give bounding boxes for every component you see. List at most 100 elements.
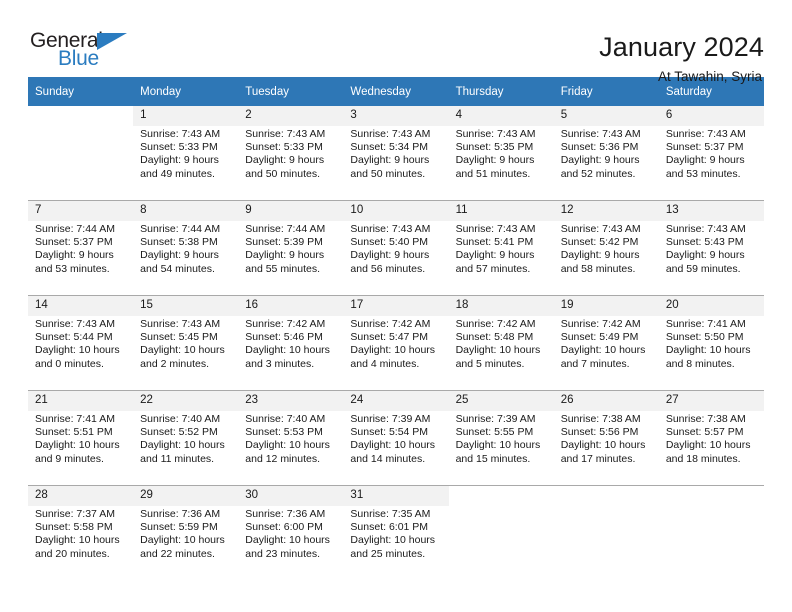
day-sunrise-text: Sunrise: 7:43 AM	[35, 318, 115, 330]
day-sunrise-text: Sunrise: 7:43 AM	[560, 128, 641, 140]
day-cell[interactable]: Sunrise: 7:43 AM Sunset: 5:37 PM Daylight:…	[658, 126, 764, 201]
day-cell[interactable]: Sunrise: 7:43 AM Sunset: 5:42 PM Daylight:…	[553, 221, 659, 296]
day-cell[interactable]: Sunrise: 7:43 AM Sunset: 5:33 PM Daylight:…	[238, 126, 344, 201]
day-sunrise-text: Sunrise: 7:42 AM	[455, 318, 536, 330]
day-cell[interactable]: Sunrise: 7:44 AM Sunset: 5:37 PM Daylight:…	[28, 221, 134, 296]
day-cell[interactable]: Sunrise: 7:43 AM Sunset: 5:35 PM Daylight:…	[448, 126, 554, 201]
day-cell[interactable]: Sunrise: 7:35 AM Sunset: 6:01 PM Daylight:…	[343, 506, 449, 580]
day-sunrise-text: Sunrise: 7:41 AM	[665, 318, 746, 330]
day-cell[interactable]: Sunrise: 7:41 AM Sunset: 5:51 PM Daylight:…	[28, 411, 134, 486]
day-cell[interactable]: Sunrise: 7:42 AM Sunset: 5:48 PM Daylight:…	[448, 316, 554, 391]
day-daylight2-text: and 59 minutes.	[665, 262, 741, 275]
day-number[interactable]: 1	[133, 106, 239, 126]
day-number[interactable]: 10	[343, 200, 449, 221]
day-daylight2-text: and 2 minutes.	[140, 357, 210, 370]
day-number[interactable]: 2	[238, 106, 344, 126]
day-daylight1-text: Daylight: 9 hours	[560, 154, 640, 167]
day-sunset-text: Sunset: 5:57 PM	[665, 426, 744, 439]
general-blue-logo[interactable]: General Blue	[28, 30, 140, 78]
day-cell[interactable]: Sunrise: 7:44 AM Sunset: 5:39 PM Daylight:…	[238, 221, 344, 296]
day-cell[interactable]: Sunrise: 7:36 AM Sunset: 6:00 PM Daylight:…	[238, 506, 344, 580]
day-sunset-text: Sunset: 5:33 PM	[140, 141, 218, 154]
day-cell[interactable]: Sunrise: 7:39 AM Sunset: 5:54 PM Daylight:…	[343, 411, 449, 486]
day-daylight2-text: and 14 minutes.	[350, 452, 426, 465]
day-cell[interactable]: Sunrise: 7:43 AM Sunset: 5:34 PM Daylight:…	[343, 126, 449, 201]
day-daylight1-text: Daylight: 10 hours	[245, 439, 330, 452]
day-number[interactable]: 18	[448, 295, 554, 316]
day-number[interactable]: 14	[28, 295, 134, 316]
day-cell[interactable]: Sunrise: 7:43 AM Sunset: 5:44 PM Daylight:…	[28, 316, 134, 391]
day-cell[interactable]: Sunrise: 7:41 AM Sunset: 5:50 PM Daylight:…	[658, 316, 764, 391]
day-cell[interactable]: Sunrise: 7:43 AM Sunset: 5:36 PM Daylight:…	[553, 126, 659, 201]
day-daylight2-text: and 53 minutes.	[665, 167, 741, 180]
day-daylight1-text: Daylight: 9 hours	[665, 249, 745, 262]
day-cell[interactable]: Sunrise: 7:38 AM Sunset: 5:57 PM Daylight:…	[658, 411, 764, 486]
day-number[interactable]: 29	[133, 485, 239, 506]
day-sunset-text: Sunset: 5:37 PM	[665, 141, 744, 154]
day-sunrise-text: Sunrise: 7:42 AM	[245, 318, 326, 330]
day-cell[interactable]: Sunrise: 7:36 AM Sunset: 5:59 PM Daylight:…	[133, 506, 239, 580]
day-cell[interactable]: Sunrise: 7:37 AM Sunset: 5:58 PM Daylight:…	[28, 506, 134, 580]
day-cell[interactable]: Sunrise: 7:39 AM Sunset: 5:55 PM Daylight:…	[448, 411, 554, 486]
day-number[interactable]: 28	[28, 485, 134, 506]
day-cell[interactable]: Sunrise: 7:42 AM Sunset: 5:49 PM Daylight:…	[553, 316, 659, 391]
day-cell[interactable]: Sunrise: 7:44 AM Sunset: 5:38 PM Daylight:…	[133, 221, 239, 296]
day-cell-empty	[448, 506, 554, 580]
day-sunset-text: Sunset: 5:52 PM	[140, 426, 218, 439]
day-cell[interactable]: Sunrise: 7:43 AM Sunset: 5:43 PM Daylight:…	[658, 221, 764, 296]
day-daylight1-text: Daylight: 9 hours	[560, 249, 640, 262]
weekday-header-monday: Monday	[133, 77, 239, 106]
day-sunset-text: Sunset: 5:40 PM	[350, 236, 429, 249]
day-number[interactable]: 8	[133, 200, 239, 221]
day-cell[interactable]: Sunrise: 7:42 AM Sunset: 5:47 PM Daylight:…	[343, 316, 449, 391]
day-sunrise-text: Sunrise: 7:42 AM	[560, 318, 641, 330]
day-sunrise-text: Sunrise: 7:43 AM	[350, 128, 431, 140]
day-number[interactable]: 20	[658, 295, 764, 316]
day-sunset-text: Sunset: 5:58 PM	[35, 521, 113, 534]
day-number[interactable]: 17	[343, 295, 449, 316]
day-cell[interactable]: Sunrise: 7:40 AM Sunset: 5:53 PM Daylight:…	[238, 411, 344, 486]
day-number[interactable]: 23	[238, 390, 344, 411]
day-number[interactable]: 21	[28, 390, 134, 411]
day-cell[interactable]: Sunrise: 7:43 AM Sunset: 5:41 PM Daylight:…	[448, 221, 554, 296]
day-cell[interactable]: Sunrise: 7:43 AM Sunset: 5:45 PM Daylight:…	[133, 316, 239, 391]
day-cell[interactable]: Sunrise: 7:40 AM Sunset: 5:52 PM Daylight:…	[133, 411, 239, 486]
day-number[interactable]: 26	[553, 390, 659, 411]
day-number[interactable]: 4	[448, 106, 554, 126]
day-number[interactable]: 15	[133, 295, 239, 316]
day-daylight1-text: Daylight: 10 hours	[140, 344, 225, 357]
day-sunset-text: Sunset: 5:48 PM	[455, 331, 534, 344]
day-cell[interactable]: Sunrise: 7:42 AM Sunset: 5:46 PM Daylight:…	[238, 316, 344, 391]
day-sunset-text: Sunset: 5:50 PM	[665, 331, 744, 344]
day-daylight1-text: Daylight: 10 hours	[350, 439, 436, 452]
day-number[interactable]: 9	[238, 200, 344, 221]
day-sunset-text: Sunset: 5:55 PM	[455, 426, 534, 439]
day-number[interactable]: 11	[448, 200, 554, 221]
day-number[interactable]: 13	[658, 200, 764, 221]
day-sunrise-text: Sunrise: 7:43 AM	[455, 223, 536, 235]
day-number[interactable]: 27	[658, 390, 764, 411]
day-number[interactable]: 16	[238, 295, 344, 316]
day-number[interactable]: 12	[553, 200, 659, 221]
day-daylight2-text: and 51 minutes.	[455, 167, 531, 180]
day-cell[interactable]: Sunrise: 7:43 AM Sunset: 5:40 PM Daylight:…	[343, 221, 449, 296]
day-daylight2-text: and 8 minutes.	[665, 357, 735, 370]
day-cell[interactable]: Sunrise: 7:43 AM Sunset: 5:33 PM Daylight:…	[133, 126, 239, 201]
day-daylight1-text: Daylight: 10 hours	[245, 344, 330, 357]
day-sunset-text: Sunset: 5:43 PM	[665, 236, 744, 249]
day-number[interactable]: 6	[658, 106, 764, 126]
day-number[interactable]: 19	[553, 295, 659, 316]
day-number[interactable]: 7	[28, 200, 134, 221]
day-number[interactable]: 30	[238, 485, 344, 506]
day-number[interactable]: 31	[343, 485, 449, 506]
day-daylight2-text: and 3 minutes.	[245, 357, 315, 370]
day-number[interactable]: 3	[343, 106, 449, 126]
day-number[interactable]: 22	[133, 390, 239, 411]
triangle-icon	[97, 33, 127, 50]
day-cell[interactable]: Sunrise: 7:38 AM Sunset: 5:56 PM Daylight:…	[553, 411, 659, 486]
day-sunset-text: Sunset: 5:36 PM	[560, 141, 639, 154]
day-number[interactable]: 24	[343, 390, 449, 411]
day-sunset-text: Sunset: 6:01 PM	[350, 521, 429, 534]
day-number[interactable]: 5	[553, 106, 659, 126]
day-number[interactable]: 25	[448, 390, 554, 411]
